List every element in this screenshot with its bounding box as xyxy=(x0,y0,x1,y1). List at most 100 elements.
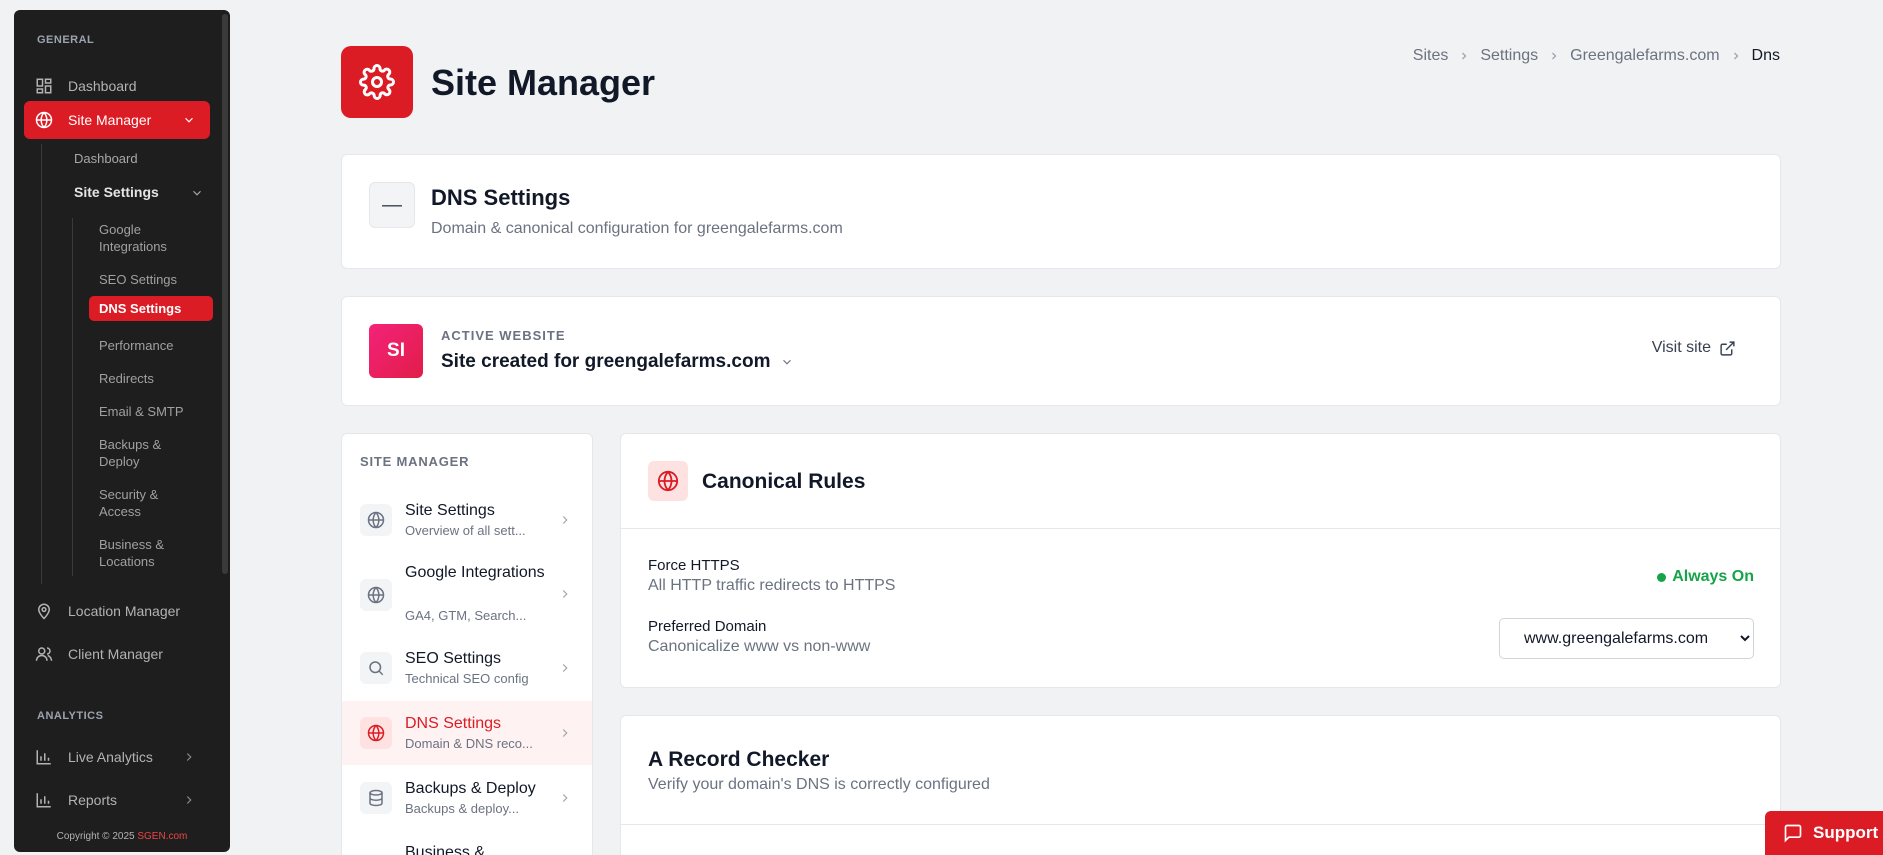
sidebar-item-dashboard[interactable]: Dashboard xyxy=(24,67,210,105)
site-nav-item-title: SEO Settings xyxy=(405,650,502,667)
sidebar-leaf-business-locations[interactable]: Business & Locations xyxy=(89,532,213,574)
breadcrumb-domain[interactable]: Greengalefarms.com xyxy=(1570,47,1719,65)
site-nav-item-title: Business & xyxy=(405,844,486,855)
search-icon xyxy=(360,652,392,684)
sidebar-leaf-dns-settings[interactable]: DNS Settings xyxy=(89,296,213,321)
sidebar-leaf-google-integrations[interactable]: Google Integrations xyxy=(89,217,213,259)
globe-icon xyxy=(34,110,54,130)
site-nav-item-title: Site Settings xyxy=(405,502,495,519)
sidebar-leaf-performance[interactable]: Performance xyxy=(89,333,213,358)
sidebar-sub-dashboard[interactable]: Dashboard xyxy=(74,151,138,166)
a-record-checker-card: A Record Checker Verify your domain's DN… xyxy=(620,715,1781,855)
site-nav-item-sub: Domain & DNS reco... xyxy=(405,736,533,751)
chevron-down-icon xyxy=(780,355,794,369)
sidebar-tree-line xyxy=(72,218,73,576)
gear-icon xyxy=(359,64,395,100)
chevron-right-icon xyxy=(182,750,196,764)
support-label: Support xyxy=(1813,823,1879,842)
status-dot xyxy=(1657,572,1667,582)
site-nav-item-title: DNS Settings xyxy=(405,715,502,732)
force-https-description: All HTTP traffic redirects to HTTPS xyxy=(648,577,896,594)
sidebar-item-label: Live Analytics xyxy=(68,749,153,765)
dns-settings-title: DNS Settings xyxy=(431,185,571,210)
active-website-label: ACTIVE WEBSITE xyxy=(441,328,566,343)
chevron-down-icon xyxy=(190,186,204,200)
website-name: Site created for greengalefarms.com xyxy=(441,351,771,372)
divider xyxy=(621,824,1780,825)
chevron-right-icon xyxy=(1730,50,1742,62)
visit-site-label: Visit site xyxy=(1651,339,1711,356)
chevron-right-icon xyxy=(558,726,572,740)
sidebar-leaf-backups-deploy[interactable]: Backups & Deploy xyxy=(89,432,213,474)
globe-icon xyxy=(360,579,392,611)
visit-site-button[interactable]: Visit site xyxy=(1652,339,1736,357)
external-link-icon xyxy=(1719,340,1736,357)
sidebar-item-label: Client Manager xyxy=(68,646,163,662)
sidebar-sub-site-settings[interactable]: Site Settings xyxy=(74,184,204,200)
site-nav-item-title: Backups & Deploy xyxy=(405,780,536,797)
site-nav-item-business-locations[interactable]: Business & xyxy=(342,830,592,855)
site-nav-item-sub: Overview of all sett... xyxy=(405,523,526,538)
sidebar-leaf-email-smtp[interactable]: Email & SMTP xyxy=(89,399,213,424)
site-nav-item-dns-settings[interactable]: DNS Settings Domain & DNS reco... xyxy=(342,701,592,765)
copyright-brand-link[interactable]: SGEN.com xyxy=(137,831,187,842)
bar-chart-icon xyxy=(34,790,54,810)
sidebar-item-location-manager[interactable]: Location Manager xyxy=(24,592,210,630)
sidebar-tree-line xyxy=(41,144,42,584)
a-record-subtitle: Verify your domain's DNS is correctly co… xyxy=(648,776,990,793)
chevron-right-icon xyxy=(1458,50,1470,62)
bar-chart-icon xyxy=(34,747,54,767)
sidebar-item-live-analytics[interactable]: Live Analytics xyxy=(24,738,210,776)
site-nav-heading: SITE MANAGER xyxy=(360,454,470,469)
chevron-right-icon xyxy=(558,587,572,601)
breadcrumb-current: Dns xyxy=(1751,47,1780,64)
breadcrumb: Sites Settings Greengalefarms.com Dns xyxy=(1413,47,1780,65)
sidebar-section-general: GENERAL xyxy=(37,34,95,46)
sidebar-item-reports[interactable]: Reports xyxy=(24,781,210,819)
avatar: SI xyxy=(369,324,423,378)
site-nav-item-sub: GA4, GTM, Search... xyxy=(405,608,527,623)
sidebar-scrollbar[interactable] xyxy=(222,14,228,574)
site-nav-item-site-settings[interactable]: Site Settings Overview of all sett... xyxy=(342,488,592,552)
globe-icon xyxy=(360,717,392,749)
site-nav-item-backups-deploy[interactable]: Backups & Deploy Backups & deploy... xyxy=(342,766,592,830)
sidebar-section-analytics: ANALYTICS xyxy=(37,710,104,722)
sidebar-sub-label: Site Settings xyxy=(74,184,159,200)
dns-settings-subtitle: Domain & canonical configuration for gre… xyxy=(431,220,843,237)
chat-icon xyxy=(1783,823,1803,843)
active-website-card: SI ACTIVE WEBSITE Site created for green… xyxy=(341,296,1781,406)
sidebar-item-label: Reports xyxy=(68,792,118,808)
breadcrumb-settings[interactable]: Settings xyxy=(1480,47,1538,65)
breadcrumb-sites[interactable]: Sites xyxy=(1413,47,1449,65)
chevron-right-icon xyxy=(182,793,196,807)
site-nav-item-seo-settings[interactable]: SEO Settings Technical SEO config xyxy=(342,636,592,700)
chevron-right-icon xyxy=(558,513,572,527)
chevron-right-icon xyxy=(1548,50,1560,62)
status-badge: Always On xyxy=(1657,568,1754,586)
preferred-domain-description: Canonicalize www vs non-www xyxy=(648,638,871,655)
users-icon xyxy=(34,644,54,664)
sidebar-leaf-redirects[interactable]: Redirects xyxy=(89,366,213,391)
sidebar-copyright: Copyright © 2025 SGEN.com xyxy=(14,831,230,842)
chevron-down-icon xyxy=(182,113,196,127)
sidebar-item-label: Location Manager xyxy=(68,603,181,619)
site-manager-nav: SITE MANAGER Site Settings Overview of a… xyxy=(341,433,593,855)
globe-icon xyxy=(648,461,688,501)
support-button[interactable]: Support xyxy=(1765,811,1883,855)
status-text: Always On xyxy=(1672,568,1754,585)
canonical-rules-card: Canonical Rules Force HTTPS All HTTP tra… xyxy=(620,433,1781,688)
dashboard-icon xyxy=(34,76,54,96)
site-nav-item-google-integrations[interactable]: Google Integrations GA4, GTM, Search... xyxy=(342,552,592,636)
preferred-domain-select[interactable]: www.greengalefarms.com xyxy=(1499,618,1754,659)
site-manager-logo xyxy=(341,46,413,118)
sidebar-item-site-manager[interactable]: Site Manager xyxy=(24,101,210,139)
collapse-button[interactable]: — xyxy=(369,182,415,228)
website-selector[interactable]: Site created for greengalefarms.com xyxy=(441,351,794,373)
site-nav-item-sub: Backups & deploy... xyxy=(405,801,519,816)
sidebar-item-client-manager[interactable]: Client Manager xyxy=(24,635,210,673)
sidebar-leaf-seo-settings[interactable]: SEO Settings xyxy=(89,267,213,292)
a-record-title: A Record Checker xyxy=(648,748,830,771)
sidebar-leaf-security-access[interactable]: Security & Access xyxy=(89,482,213,524)
canonical-rules-title: Canonical Rules xyxy=(702,470,866,493)
sidebar: GENERAL Dashboard Site Manager Dashboard… xyxy=(14,10,230,852)
